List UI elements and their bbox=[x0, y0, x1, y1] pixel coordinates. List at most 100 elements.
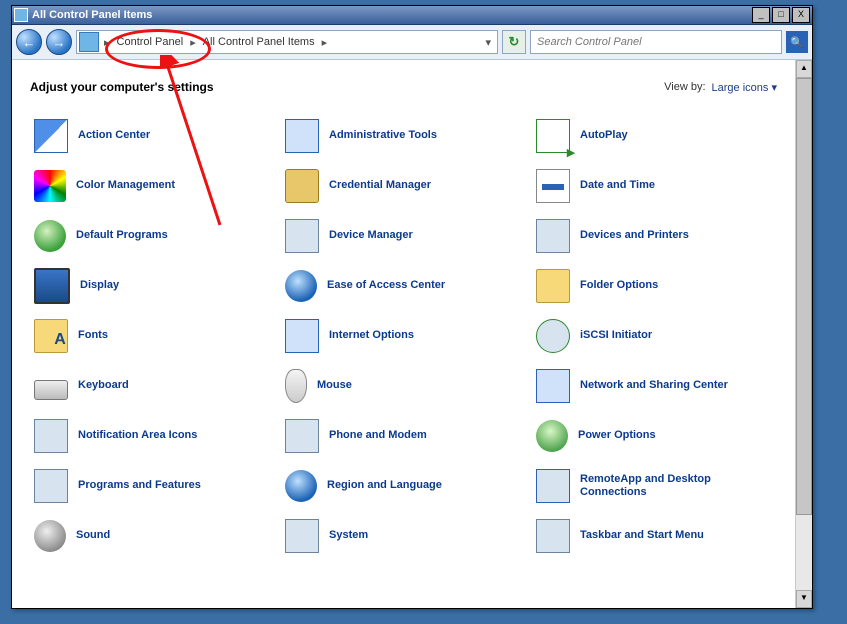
internet-options-icon bbox=[285, 319, 319, 353]
cp-item-administrative-tools[interactable]: Administrative Tools bbox=[285, 118, 526, 154]
cp-item-default-programs[interactable]: Default Programs bbox=[34, 218, 275, 254]
cp-item-devices-and-printers[interactable]: Devices and Printers bbox=[536, 218, 777, 254]
phone-and-modem-icon bbox=[285, 419, 319, 453]
control-panel-window: All Control Panel Items _ □ X ← → ▸ Cont… bbox=[11, 5, 813, 609]
chevron-right-icon[interactable]: ▸ bbox=[319, 36, 331, 49]
cp-item-label: Phone and Modem bbox=[329, 429, 427, 442]
maximize-button[interactable]: □ bbox=[772, 7, 790, 23]
programs-and-features-icon bbox=[34, 469, 68, 503]
cp-item-display[interactable]: Display bbox=[34, 268, 275, 304]
cp-item-keyboard[interactable]: Keyboard bbox=[34, 368, 275, 404]
page-title: Adjust your computer's settings bbox=[30, 80, 214, 94]
control-panel-icon bbox=[79, 32, 99, 52]
cp-item-label: Default Programs bbox=[76, 229, 168, 242]
cp-item-internet-options[interactable]: Internet Options bbox=[285, 318, 526, 354]
cp-item-folder-options[interactable]: Folder Options bbox=[536, 268, 777, 304]
cp-item-label: Network and Sharing Center bbox=[580, 379, 728, 392]
cp-item-label: Power Options bbox=[578, 429, 656, 442]
cp-item-taskbar-and-start-menu[interactable]: Taskbar and Start Menu bbox=[536, 518, 777, 554]
cp-item-iscsi-initiator[interactable]: iSCSI Initiator bbox=[536, 318, 777, 354]
cp-item-remoteapp-and-desktop-connections[interactable]: RemoteApp and Desktop Connections bbox=[536, 468, 777, 504]
items-grid: Action Center Administrative Tools AutoPla… bbox=[30, 118, 777, 554]
cp-item-action-center[interactable]: Action Center bbox=[34, 118, 275, 154]
cp-item-color-management[interactable]: Color Management bbox=[34, 168, 275, 204]
cp-item-label: Sound bbox=[76, 529, 110, 542]
cp-item-label: Device Manager bbox=[329, 229, 413, 242]
taskbar-and-start-menu-icon bbox=[536, 519, 570, 553]
view-by-value: Large icons bbox=[712, 82, 769, 94]
cp-item-label: iSCSI Initiator bbox=[580, 329, 652, 342]
cp-item-sound[interactable]: Sound bbox=[34, 518, 275, 554]
cp-item-label: Taskbar and Start Menu bbox=[580, 529, 704, 542]
cp-item-notification-area-icons[interactable]: Notification Area Icons bbox=[34, 418, 275, 454]
administrative-tools-icon bbox=[285, 119, 319, 153]
navigation-toolbar: ← → ▸ Control Panel ▸ All Control Panel … bbox=[12, 25, 812, 60]
content-header: Adjust your computer's settings View by:… bbox=[30, 80, 777, 94]
cp-item-programs-and-features[interactable]: Programs and Features bbox=[34, 468, 275, 504]
cp-item-ease-of-access-center[interactable]: Ease of Access Center bbox=[285, 268, 526, 304]
folder-options-icon bbox=[536, 269, 570, 303]
cp-item-region-and-language[interactable]: Region and Language bbox=[285, 468, 526, 504]
device-manager-icon bbox=[285, 219, 319, 253]
titlebar[interactable]: All Control Panel Items _ □ X bbox=[12, 6, 812, 25]
cp-item-system[interactable]: System bbox=[285, 518, 526, 554]
view-by-selector[interactable]: View by: Large icons ▾ bbox=[664, 81, 777, 94]
refresh-button[interactable]: ↻ bbox=[502, 30, 526, 54]
window-title: All Control Panel Items bbox=[32, 9, 752, 21]
cp-item-label: Folder Options bbox=[580, 279, 658, 292]
chevron-down-icon: ▾ bbox=[771, 82, 777, 94]
system-icon bbox=[285, 519, 319, 553]
mouse-icon bbox=[285, 369, 307, 403]
back-button[interactable]: ← bbox=[16, 29, 42, 55]
chevron-right-icon[interactable]: ▸ bbox=[187, 36, 199, 49]
search-button[interactable]: 🔍 bbox=[786, 31, 808, 53]
view-by-label: View by: bbox=[664, 81, 705, 93]
cp-item-label: Region and Language bbox=[327, 479, 442, 492]
autoplay-icon bbox=[536, 119, 570, 153]
cp-item-label: AutoPlay bbox=[580, 129, 628, 142]
chevron-down-icon[interactable]: ▾ bbox=[479, 36, 497, 49]
scroll-down-button[interactable]: ▼ bbox=[796, 590, 812, 608]
chevron-right-icon[interactable]: ▸ bbox=[101, 36, 113, 49]
cp-item-label: Date and Time bbox=[580, 179, 655, 192]
network-and-sharing-center-icon bbox=[536, 369, 570, 403]
cp-item-device-manager[interactable]: Device Manager bbox=[285, 218, 526, 254]
minimize-button[interactable]: _ bbox=[752, 7, 770, 23]
cp-item-power-options[interactable]: Power Options bbox=[536, 418, 777, 454]
forward-button[interactable]: → bbox=[46, 29, 72, 55]
power-options-icon bbox=[536, 420, 568, 452]
cp-item-label: Display bbox=[80, 279, 119, 292]
action-center-icon bbox=[34, 119, 68, 153]
cp-item-phone-and-modem[interactable]: Phone and Modem bbox=[285, 418, 526, 454]
sound-icon bbox=[34, 520, 66, 552]
window-icon bbox=[14, 8, 28, 22]
breadcrumb[interactable]: ▸ Control Panel ▸ All Control Panel Item… bbox=[76, 30, 498, 54]
vertical-scrollbar[interactable]: ▲ ▼ bbox=[795, 60, 812, 608]
cp-item-label: Mouse bbox=[317, 379, 352, 392]
scroll-up-button[interactable]: ▲ bbox=[796, 60, 812, 78]
cp-item-label: Devices and Printers bbox=[580, 229, 689, 242]
cp-item-label: Administrative Tools bbox=[329, 129, 437, 142]
close-button[interactable]: X bbox=[792, 7, 810, 23]
cp-item-network-and-sharing-center[interactable]: Network and Sharing Center bbox=[536, 368, 777, 404]
cp-item-label: Color Management bbox=[76, 179, 175, 192]
cp-item-credential-manager[interactable]: Credential Manager bbox=[285, 168, 526, 204]
search-input[interactable] bbox=[531, 31, 781, 53]
scroll-thumb[interactable] bbox=[796, 78, 812, 515]
cp-item-fonts[interactable]: Fonts bbox=[34, 318, 275, 354]
credential-manager-icon bbox=[285, 169, 319, 203]
fonts-icon bbox=[34, 319, 68, 353]
cp-item-mouse[interactable]: Mouse bbox=[285, 368, 526, 404]
date-and-time-icon bbox=[536, 169, 570, 203]
remoteapp-and-desktop-connections-icon bbox=[536, 469, 570, 503]
cp-item-date-and-time[interactable]: Date and Time bbox=[536, 168, 777, 204]
cp-item-label: Programs and Features bbox=[78, 479, 201, 492]
keyboard-icon bbox=[34, 380, 68, 400]
cp-item-autoplay[interactable]: AutoPlay bbox=[536, 118, 777, 154]
breadcrumb-all-items[interactable]: All Control Panel Items bbox=[199, 31, 319, 53]
cp-item-label: Keyboard bbox=[78, 379, 129, 392]
search-icon: 🔍 bbox=[790, 36, 804, 49]
scroll-track[interactable] bbox=[796, 78, 812, 590]
cp-item-label: RemoteApp and Desktop Connections bbox=[580, 473, 740, 499]
breadcrumb-control-panel[interactable]: Control Panel bbox=[113, 31, 188, 53]
